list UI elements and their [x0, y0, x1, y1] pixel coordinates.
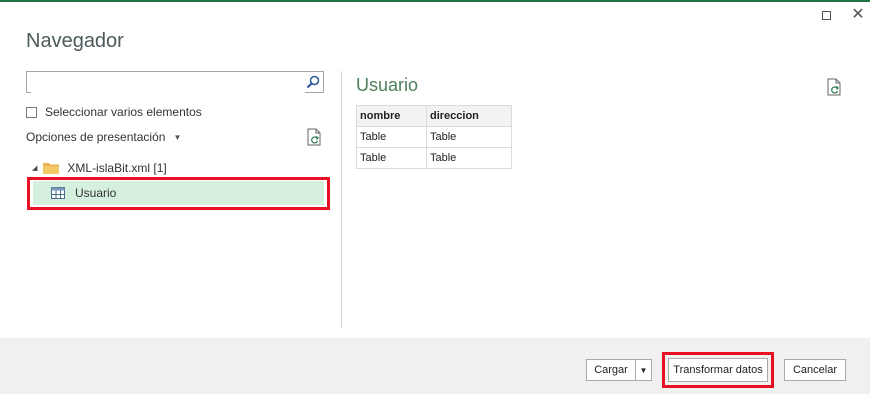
search-box	[26, 71, 324, 93]
display-options-dropdown[interactable]: Opciones de presentación ▼	[26, 130, 181, 144]
tree-item-usuario-label: Usuario	[75, 186, 117, 200]
dialog-title: Navegador	[26, 30, 124, 52]
refresh-icon[interactable]	[306, 128, 322, 146]
load-button[interactable]: Cargar	[586, 359, 636, 381]
search-input[interactable]	[31, 73, 305, 93]
cancel-button[interactable]: Cancelar	[784, 359, 846, 381]
display-options-label: Opciones de presentación	[26, 130, 166, 144]
tree-item-usuario[interactable]: Usuario	[33, 181, 324, 205]
column-header[interactable]: direccion	[426, 105, 512, 127]
tree-item-file[interactable]: ◢ XML-islaBit.xml [1]	[32, 159, 167, 177]
close-icon: ✕	[851, 6, 865, 23]
table-cell[interactable]: Table	[426, 126, 512, 148]
multi-select-checkbox[interactable]	[26, 106, 37, 118]
collapse-triangle-icon[interactable]: ◢	[32, 164, 37, 172]
table-header-row: nombre direccion	[356, 105, 512, 127]
refresh-icon[interactable]	[826, 78, 842, 96]
close-button[interactable]: ✕	[848, 6, 868, 24]
multi-select-option[interactable]: Seleccionar varios elementos	[26, 104, 202, 120]
table-row: Table Table	[356, 147, 512, 169]
load-options-button[interactable]: ▼	[636, 359, 652, 381]
preview-title: Usuario	[356, 75, 419, 95]
table-cell[interactable]: Table	[426, 147, 512, 169]
transform-data-button[interactable]: Transformar datos	[668, 358, 768, 382]
search-icon[interactable]	[305, 74, 321, 90]
panel-divider[interactable]	[341, 71, 342, 328]
folder-icon	[43, 163, 60, 174]
preview-table: nombre direccion Table Table Table Table	[356, 105, 512, 169]
multi-select-label: Seleccionar varios elementos	[45, 105, 202, 119]
maximize-button[interactable]	[816, 6, 836, 24]
table-row: Table Table	[356, 126, 512, 148]
tree-item-file-label: XML-islaBit.xml [1]	[67, 161, 167, 175]
column-header[interactable]: nombre	[356, 105, 427, 127]
maximize-icon	[821, 10, 831, 20]
table-cell[interactable]: Table	[356, 126, 427, 148]
window-top-accent	[0, 0, 870, 2]
table-icon	[51, 187, 65, 199]
chevron-down-icon: ▼	[639, 365, 648, 375]
chevron-down-icon: ▼	[173, 132, 182, 142]
table-cell[interactable]: Table	[356, 147, 427, 169]
